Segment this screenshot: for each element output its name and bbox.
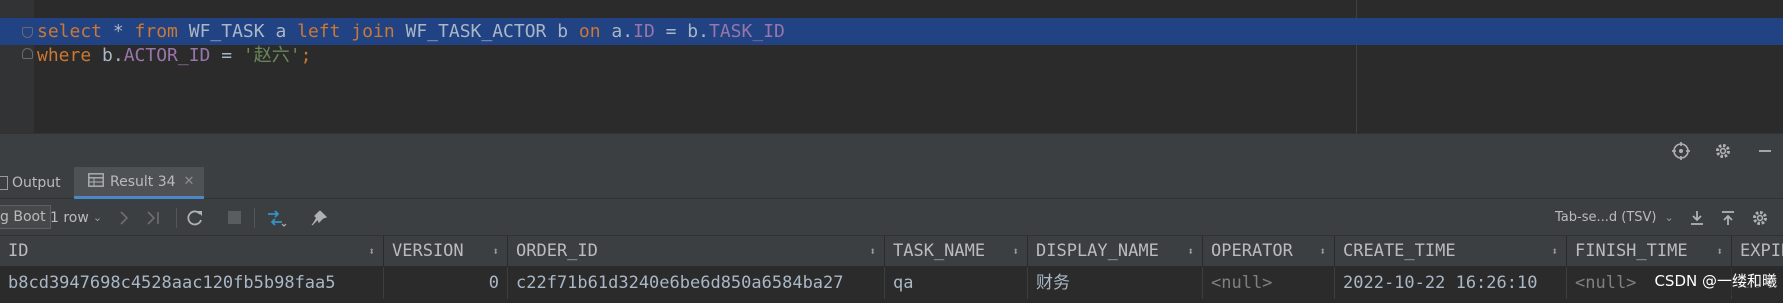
grid-header: ID ⬍ VERSION ⬍ ORDER_ID ⬍ TASK_NAME ⬍ DISPLA… xyxy=(0,236,1783,267)
editor-line-2-text: where b.ACTOR_ID = '赵六'; xyxy=(37,42,311,69)
column-header[interactable]: CREATE_TIME ⬍ xyxy=(1335,236,1567,267)
sql-token: left join xyxy=(297,21,395,42)
transaction-icon[interactable] xyxy=(266,199,288,236)
refresh-icon[interactable] xyxy=(186,199,204,236)
result-toolbar: g Boot 1 row ⌄ Tab-se...d (TSV) ⌄ xyxy=(0,199,1783,236)
editor-line-1[interactable]: select * from WF_TASK a left join WF_TAS… xyxy=(0,18,1783,45)
table-icon xyxy=(88,172,104,191)
sort-icon[interactable]: ⬍ xyxy=(1319,236,1326,267)
stop-icon[interactable] xyxy=(228,199,241,236)
table-cell[interactable]: 财务 xyxy=(1028,267,1203,299)
export-format-label: Tab-se...d (TSV) xyxy=(1555,210,1657,225)
sort-icon[interactable]: ⬍ xyxy=(1716,236,1723,267)
sql-token: TASK_ID xyxy=(708,21,785,42)
sql-token: a. xyxy=(600,21,634,42)
result-grid[interactable]: ID ⬍ VERSION ⬍ ORDER_ID ⬍ TASK_NAME ⬍ DISPLA… xyxy=(0,236,1783,303)
tab-output-label: Output xyxy=(12,175,61,191)
sort-icon[interactable]: ⬍ xyxy=(1187,236,1194,267)
gear-icon[interactable] xyxy=(1713,141,1733,161)
sort-icon[interactable]: ⬍ xyxy=(492,236,499,267)
next-icon[interactable] xyxy=(118,199,130,236)
column-header[interactable]: DISPLAY_NAME ⬍ xyxy=(1028,236,1203,267)
table-cell[interactable]: b8cd3947698c4528aac120fb5b98faa5 xyxy=(0,267,384,299)
column-header[interactable]: ORDER_ID ⬍ xyxy=(508,236,885,267)
download-icon[interactable] xyxy=(1688,199,1706,236)
sql-token: WF_TASK a xyxy=(177,21,298,42)
sort-icon[interactable]: ⬍ xyxy=(1012,236,1019,267)
sort-icon[interactable]: ⬍ xyxy=(368,236,375,267)
sql-token: select xyxy=(37,21,103,42)
column-header[interactable]: EXPIR xyxy=(1732,236,1783,267)
table-cell[interactable]: c22f71b61d3240e6be6d850a6584ba27 xyxy=(508,267,885,299)
table-cell[interactable]: 0 xyxy=(384,267,508,299)
chevron-down-icon: ⌄ xyxy=(92,211,103,224)
crosshair-icon[interactable] xyxy=(1671,141,1691,161)
column-header[interactable]: VERSION ⬍ xyxy=(384,236,508,267)
sql-token: from xyxy=(134,21,178,42)
sql-token: b. xyxy=(91,45,124,66)
sort-icon[interactable]: ⬍ xyxy=(869,236,876,267)
last-icon[interactable] xyxy=(146,199,162,236)
chevron-down-icon: ⌄ xyxy=(1664,211,1674,224)
close-icon[interactable]: ✕ xyxy=(184,174,195,189)
sql-token: = b. xyxy=(654,21,709,42)
sql-token: ID xyxy=(633,21,655,42)
table-cell[interactable]: <null> xyxy=(1203,267,1335,299)
watermark: CSDN @一缕和曦 xyxy=(1648,267,1783,295)
rows-selector[interactable]: 1 row ⌄ xyxy=(50,199,102,236)
sql-token: * xyxy=(102,21,135,42)
column-header[interactable]: TASK_NAME ⬍ xyxy=(885,236,1028,267)
sql-token: on xyxy=(578,21,601,42)
export-format-selector[interactable]: Tab-se...d (TSV) ⌄ xyxy=(1555,199,1674,236)
upload-icon[interactable] xyxy=(1719,199,1737,236)
sql-token: ; xyxy=(300,45,312,66)
editor-line-2[interactable]: where b.ACTOR_ID = '赵六'; xyxy=(0,42,1783,69)
table-row[interactable]: b8cd3947698c4528aac120fb5b98faa5 0 c22f7… xyxy=(0,267,1783,299)
tab-result[interactable]: Result 34 ✕ xyxy=(74,167,205,199)
minimize-icon[interactable] xyxy=(1755,141,1775,161)
services-tool-window-header xyxy=(0,133,1783,167)
tab-output[interactable]: Output xyxy=(0,167,61,199)
column-header[interactable]: FINISH_TIME ⬍ xyxy=(1567,236,1732,267)
settings-icon[interactable] xyxy=(1751,199,1769,236)
editor-line-1-text: select * from WF_TASK a left join WF_TAS… xyxy=(37,18,785,45)
rows-label: 1 row xyxy=(50,209,89,226)
toolbar-separator xyxy=(254,208,255,228)
column-header[interactable]: OPERATOR ⬍ xyxy=(1203,236,1335,267)
fold-end-icon[interactable] xyxy=(22,48,33,59)
sql-token: WF_TASK_ACTOR b xyxy=(394,21,579,42)
sql-token: '赵六' xyxy=(242,45,301,66)
toolbar-separator xyxy=(176,208,177,228)
fold-start-icon[interactable] xyxy=(22,27,33,38)
sql-token: where xyxy=(37,45,92,66)
column-header[interactable]: ID ⬍ xyxy=(0,236,384,267)
pin-icon[interactable] xyxy=(310,199,328,236)
table-cell[interactable]: 2022-10-22 16:26:10 xyxy=(1335,267,1567,299)
sql-token: = xyxy=(210,45,243,66)
output-icon xyxy=(0,176,8,190)
table-cell[interactable]: qa xyxy=(885,267,1028,299)
sql-token: ACTOR_ID xyxy=(123,45,211,66)
session-label[interactable]: g Boot xyxy=(0,205,51,229)
sort-icon[interactable]: ⬍ xyxy=(1551,236,1558,267)
sql-editor[interactable]: select * from WF_TASK a left join WF_TAS… xyxy=(0,0,1783,133)
tab-result-label: Result 34 xyxy=(110,173,176,190)
result-tabs: Output Result 34 ✕ xyxy=(0,167,1783,199)
